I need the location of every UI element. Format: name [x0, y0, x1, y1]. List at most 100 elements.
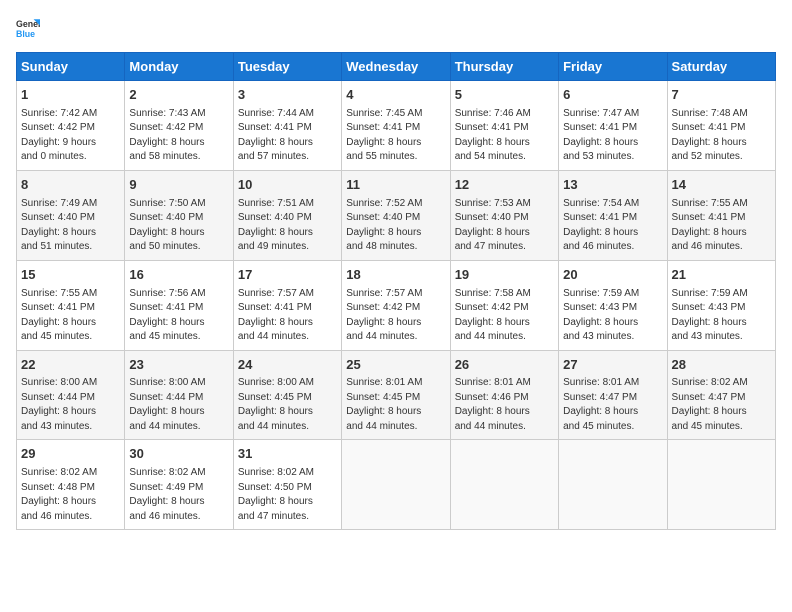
day-number: 19: [455, 266, 554, 285]
calendar-cell: 17 Sunrise: 7:57 AM Sunset: 4:41 PM Dayli…: [233, 260, 341, 350]
logo: General Blue: [16, 16, 44, 40]
day-number: 27: [563, 356, 662, 375]
calendar-cell: 16 Sunrise: 7:56 AM Sunset: 4:41 PM Dayli…: [125, 260, 233, 350]
day-info: Sunrise: 7:48 AM Sunset: 4:41 PM Dayligh…: [672, 107, 771, 165]
calendar-cell: 15 Sunrise: 7:55 AM Sunset: 4:41 PM Dayli…: [17, 260, 125, 350]
logo-icon: General Blue: [16, 16, 40, 40]
calendar-cell: 30 Sunrise: 8:02 AM Sunset: 4:49 PM Dayli…: [125, 440, 233, 530]
calendar-cell: [559, 440, 667, 530]
day-info: Sunrise: 7:58 AM Sunset: 4:42 PM Dayligh…: [455, 287, 554, 345]
calendar-cell: 9 Sunrise: 7:50 AM Sunset: 4:40 PM Daylig…: [125, 170, 233, 260]
column-header-monday: Monday: [125, 53, 233, 81]
day-number: 4: [346, 86, 445, 105]
day-info: Sunrise: 8:00 AM Sunset: 4:45 PM Dayligh…: [238, 376, 337, 434]
day-info: Sunrise: 7:55 AM Sunset: 4:41 PM Dayligh…: [672, 197, 771, 255]
calendar-cell: [450, 440, 558, 530]
calendar-cell: 18Sunrise: 7:57 AM Sunset: 4:42 PM Dayli…: [342, 260, 450, 350]
week-row-5: 29 Sunrise: 8:02 AM Sunset: 4:48 PM Dayli…: [17, 440, 776, 530]
calendar-cell: 2 Sunrise: 7:43 AM Sunset: 4:42 PM Daylig…: [125, 81, 233, 171]
day-info: Sunrise: 7:51 AM Sunset: 4:40 PM Dayligh…: [238, 197, 337, 255]
day-info: Sunrise: 8:02 AM Sunset: 4:49 PM Dayligh…: [129, 466, 228, 524]
day-number: 6: [563, 86, 662, 105]
calendar-body: 1Sunrise: 7:42 AM Sunset: 4:42 PM Daylig…: [17, 81, 776, 530]
day-number: 21: [672, 266, 771, 285]
day-info: Sunrise: 8:00 AM Sunset: 4:44 PM Dayligh…: [129, 376, 228, 434]
day-info: Sunrise: 7:52 AM Sunset: 4:40 PM Dayligh…: [346, 197, 445, 255]
calendar-cell: 5Sunrise: 7:46 AM Sunset: 4:41 PM Daylig…: [450, 81, 558, 171]
calendar-cell: 19 Sunrise: 7:58 AM Sunset: 4:42 PM Dayli…: [450, 260, 558, 350]
calendar-header: SundayMondayTuesdayWednesdayThursdayFrid…: [17, 53, 776, 81]
calendar-table: SundayMondayTuesdayWednesdayThursdayFrid…: [16, 52, 776, 530]
day-number: 17: [238, 266, 337, 285]
day-number: 29: [21, 445, 120, 464]
calendar-cell: 26Sunrise: 8:01 AM Sunset: 4:46 PM Dayli…: [450, 350, 558, 440]
day-info: Sunrise: 8:01 AM Sunset: 4:46 PM Dayligh…: [455, 376, 554, 434]
day-number: 11: [346, 176, 445, 195]
day-info: Sunrise: 7:56 AM Sunset: 4:41 PM Dayligh…: [129, 287, 228, 345]
column-header-tuesday: Tuesday: [233, 53, 341, 81]
day-number: 25: [346, 356, 445, 375]
day-info: Sunrise: 7:59 AM Sunset: 4:43 PM Dayligh…: [672, 287, 771, 345]
calendar-cell: [342, 440, 450, 530]
day-info: Sunrise: 7:57 AM Sunset: 4:42 PM Dayligh…: [346, 287, 445, 345]
column-header-saturday: Saturday: [667, 53, 775, 81]
calendar-cell: 3Sunrise: 7:44 AM Sunset: 4:41 PM Daylig…: [233, 81, 341, 171]
day-info: Sunrise: 8:01 AM Sunset: 4:45 PM Dayligh…: [346, 376, 445, 434]
calendar-cell: 21 Sunrise: 7:59 AM Sunset: 4:43 PM Dayli…: [667, 260, 775, 350]
day-info: Sunrise: 7:43 AM Sunset: 4:42 PM Dayligh…: [129, 107, 228, 165]
day-number: 9: [129, 176, 228, 195]
day-info: Sunrise: 7:49 AM Sunset: 4:40 PM Dayligh…: [21, 197, 120, 255]
day-info: Sunrise: 7:42 AM Sunset: 4:42 PM Dayligh…: [21, 107, 120, 165]
calendar-cell: 8 Sunrise: 7:49 AM Sunset: 4:40 PM Daylig…: [17, 170, 125, 260]
calendar-cell: 23Sunrise: 8:00 AM Sunset: 4:44 PM Dayli…: [125, 350, 233, 440]
week-row-1: 1Sunrise: 7:42 AM Sunset: 4:42 PM Daylig…: [17, 81, 776, 171]
calendar-cell: 14 Sunrise: 7:55 AM Sunset: 4:41 PM Dayli…: [667, 170, 775, 260]
calendar-cell: 11 Sunrise: 7:52 AM Sunset: 4:40 PM Dayli…: [342, 170, 450, 260]
calendar-cell: 10 Sunrise: 7:51 AM Sunset: 4:40 PM Dayli…: [233, 170, 341, 260]
day-number: 14: [672, 176, 771, 195]
calendar-cell: [667, 440, 775, 530]
calendar-cell: 22Sunrise: 8:00 AM Sunset: 4:44 PM Dayli…: [17, 350, 125, 440]
day-info: Sunrise: 8:00 AM Sunset: 4:44 PM Dayligh…: [21, 376, 120, 434]
day-info: Sunrise: 7:55 AM Sunset: 4:41 PM Dayligh…: [21, 287, 120, 345]
day-info: Sunrise: 7:57 AM Sunset: 4:41 PM Dayligh…: [238, 287, 337, 345]
day-number: 20: [563, 266, 662, 285]
day-number: 5: [455, 86, 554, 105]
day-info: Sunrise: 7:53 AM Sunset: 4:40 PM Dayligh…: [455, 197, 554, 255]
page-header: General Blue: [16, 16, 776, 40]
day-info: Sunrise: 8:02 AM Sunset: 4:47 PM Dayligh…: [672, 376, 771, 434]
calendar-cell: 1Sunrise: 7:42 AM Sunset: 4:42 PM Daylig…: [17, 81, 125, 171]
calendar-cell: 13Sunrise: 7:54 AM Sunset: 4:41 PM Dayli…: [559, 170, 667, 260]
column-header-thursday: Thursday: [450, 53, 558, 81]
day-number: 30: [129, 445, 228, 464]
day-number: 16: [129, 266, 228, 285]
day-number: 22: [21, 356, 120, 375]
day-number: 2: [129, 86, 228, 105]
day-number: 8: [21, 176, 120, 195]
day-info: Sunrise: 7:59 AM Sunset: 4:43 PM Dayligh…: [563, 287, 662, 345]
column-header-wednesday: Wednesday: [342, 53, 450, 81]
svg-text:Blue: Blue: [16, 29, 35, 39]
calendar-cell: 12Sunrise: 7:53 AM Sunset: 4:40 PM Dayli…: [450, 170, 558, 260]
day-number: 13: [563, 176, 662, 195]
day-info: Sunrise: 8:02 AM Sunset: 4:48 PM Dayligh…: [21, 466, 120, 524]
day-info: Sunrise: 7:50 AM Sunset: 4:40 PM Dayligh…: [129, 197, 228, 255]
day-number: 15: [21, 266, 120, 285]
calendar-cell: 27Sunrise: 8:01 AM Sunset: 4:47 PM Dayli…: [559, 350, 667, 440]
calendar-cell: 31Sunrise: 8:02 AM Sunset: 4:50 PM Dayli…: [233, 440, 341, 530]
column-header-friday: Friday: [559, 53, 667, 81]
day-info: Sunrise: 7:44 AM Sunset: 4:41 PM Dayligh…: [238, 107, 337, 165]
day-number: 28: [672, 356, 771, 375]
week-row-2: 8 Sunrise: 7:49 AM Sunset: 4:40 PM Daylig…: [17, 170, 776, 260]
day-number: 23: [129, 356, 228, 375]
calendar-cell: 25Sunrise: 8:01 AM Sunset: 4:45 PM Dayli…: [342, 350, 450, 440]
week-row-4: 22Sunrise: 8:00 AM Sunset: 4:44 PM Dayli…: [17, 350, 776, 440]
day-number: 10: [238, 176, 337, 195]
calendar-cell: 7 Sunrise: 7:48 AM Sunset: 4:41 PM Daylig…: [667, 81, 775, 171]
day-info: Sunrise: 8:02 AM Sunset: 4:50 PM Dayligh…: [238, 466, 337, 524]
day-number: 7: [672, 86, 771, 105]
calendar-cell: 6Sunrise: 7:47 AM Sunset: 4:41 PM Daylig…: [559, 81, 667, 171]
week-row-3: 15 Sunrise: 7:55 AM Sunset: 4:41 PM Dayli…: [17, 260, 776, 350]
calendar-cell: 28Sunrise: 8:02 AM Sunset: 4:47 PM Dayli…: [667, 350, 775, 440]
calendar-cell: 20 Sunrise: 7:59 AM Sunset: 4:43 PM Dayli…: [559, 260, 667, 350]
